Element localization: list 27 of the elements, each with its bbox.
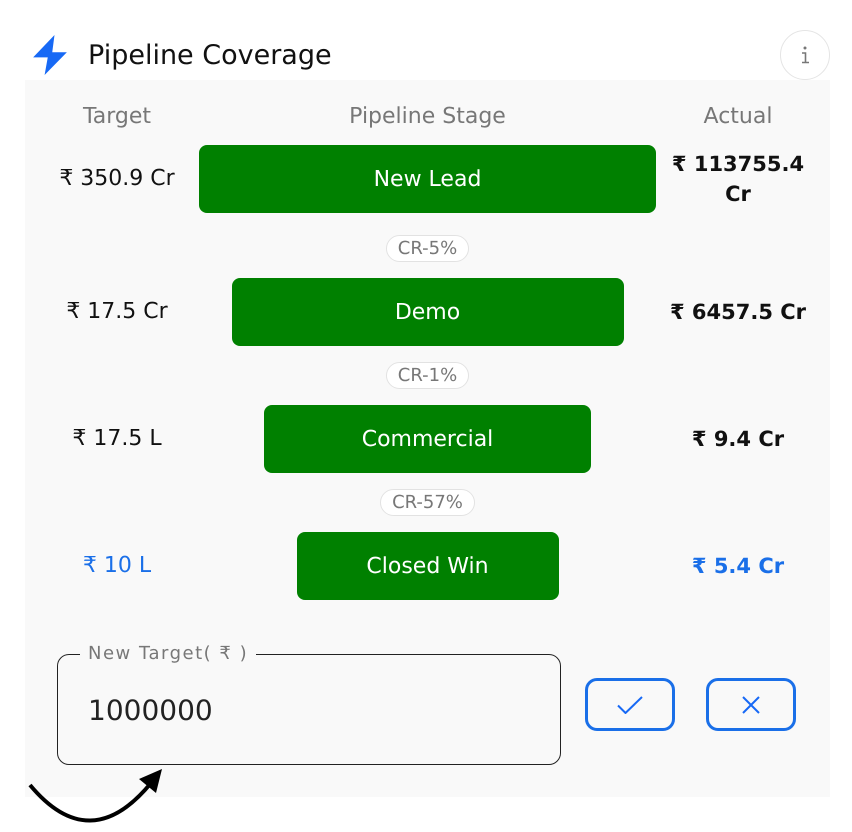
cancel-button[interactable] [706,678,796,731]
field-label: New Target( ₹ ) [87,644,250,664]
widget-title: Pipeline Coverage [88,40,332,70]
target-value: ₹ 17.5 Cr [66,298,168,326]
column-header: Pipeline Stage [349,103,506,131]
confirm-button[interactable] [585,678,675,731]
lightning-icon [32,35,68,75]
column-header: Target [82,103,152,131]
conversion-rate-tag: CR-5% [386,235,470,262]
new-target-field[interactable]: New Target( ₹ ) 1000000 [57,644,561,765]
target-value: ₹ 350.9 Cr [59,165,175,193]
info-icon [800,46,810,64]
close-icon [742,696,760,714]
actual-value: ₹ 5.4 Cr [692,553,784,580]
column-header: Actual [704,103,772,131]
actual-value: ₹ 6457.5 Cr [670,299,806,326]
stage-bar[interactable]: Commercial [264,405,591,473]
stage-bar[interactable]: Demo [232,278,624,346]
conversion-rate-tag: CR-1% [386,362,470,389]
target-value: ₹ 10 L [82,552,152,580]
stage-bar[interactable]: New Lead [199,145,656,213]
stage-bar[interactable]: Closed Win [296,532,558,600]
actual-value: ₹ 9.4 Cr [692,426,784,453]
actual-value: ₹ 113755.4 Cr [670,151,806,208]
check-icon [617,696,643,714]
conversion-rate-tag: CR-57% [380,489,475,516]
target-value: ₹ 17.5 L [72,425,162,453]
